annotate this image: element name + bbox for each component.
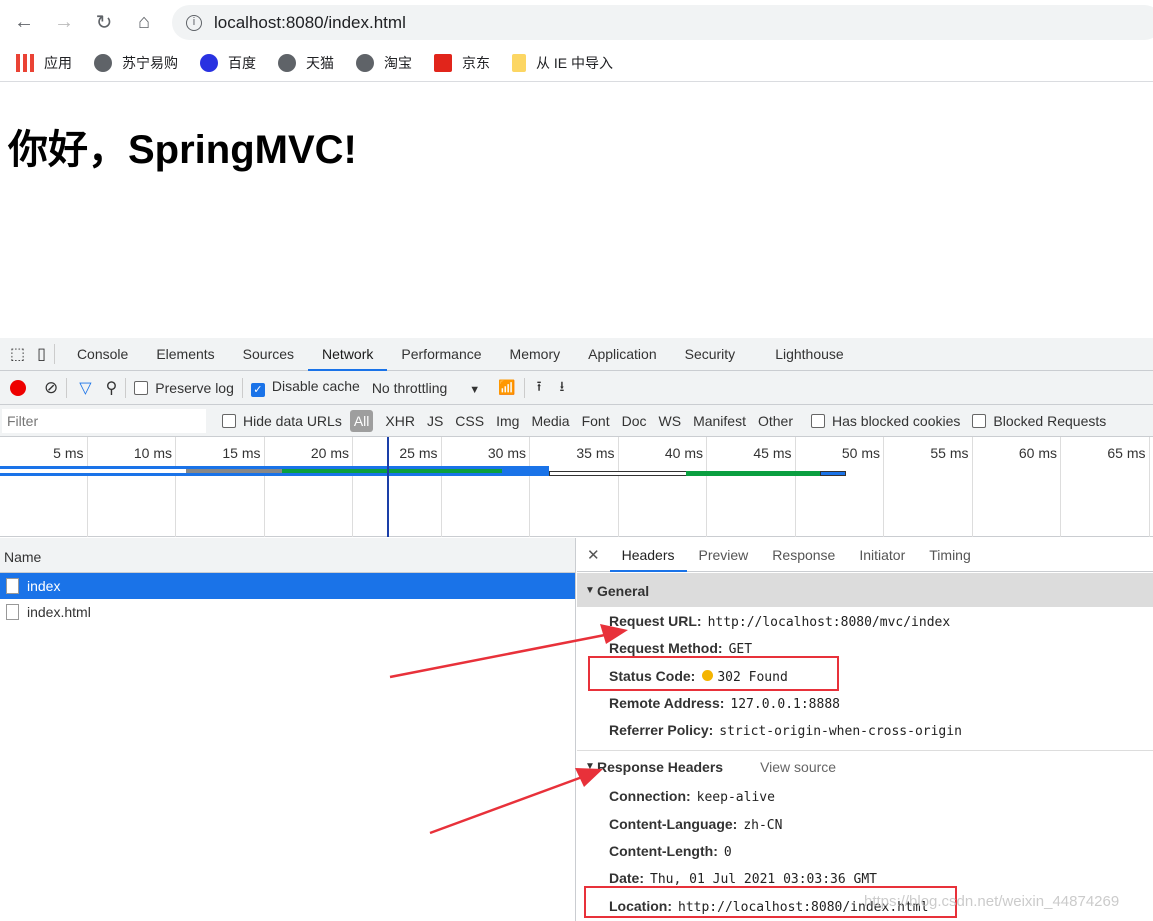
arrow-icon	[389, 624, 628, 679]
watermark: https://blog.csdn.net/weixin_44874269	[864, 893, 1120, 910]
arrow-icon	[429, 768, 603, 835]
annotation-arrows	[389, 624, 628, 835]
